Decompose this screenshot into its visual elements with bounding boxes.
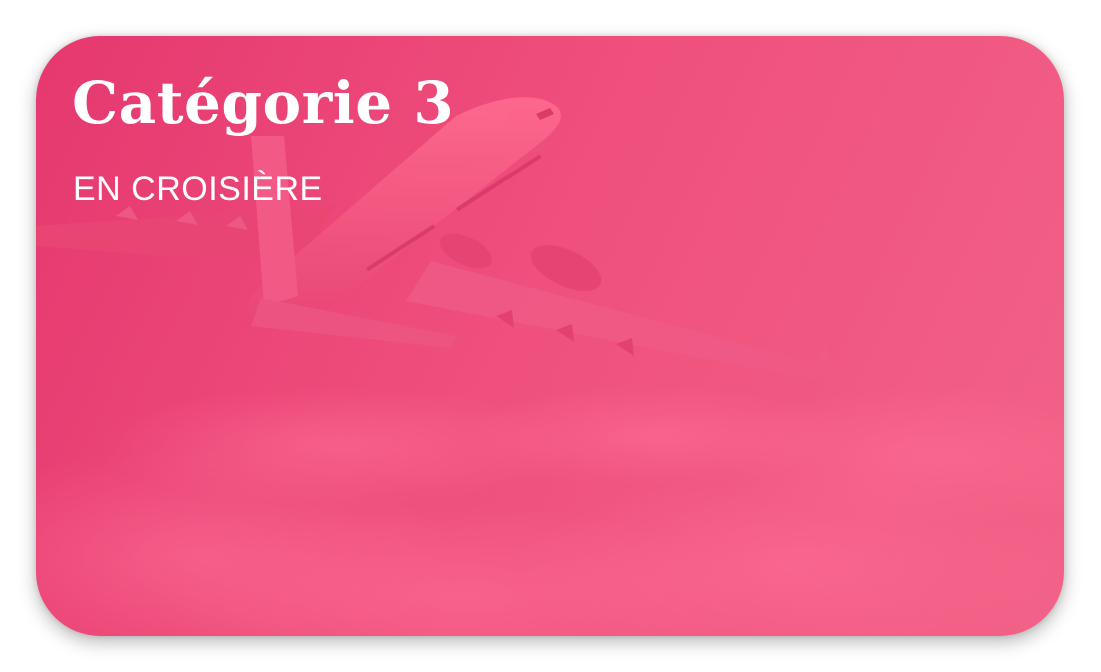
airplane-silhouette <box>36 97 831 381</box>
clouds <box>36 386 1064 636</box>
card-subtitle: EN CROISIÈRE <box>73 170 323 208</box>
category-card[interactable]: Catégorie 3 EN CROISIÈRE <box>36 36 1064 636</box>
card-title: Catégorie 3 <box>72 69 455 137</box>
